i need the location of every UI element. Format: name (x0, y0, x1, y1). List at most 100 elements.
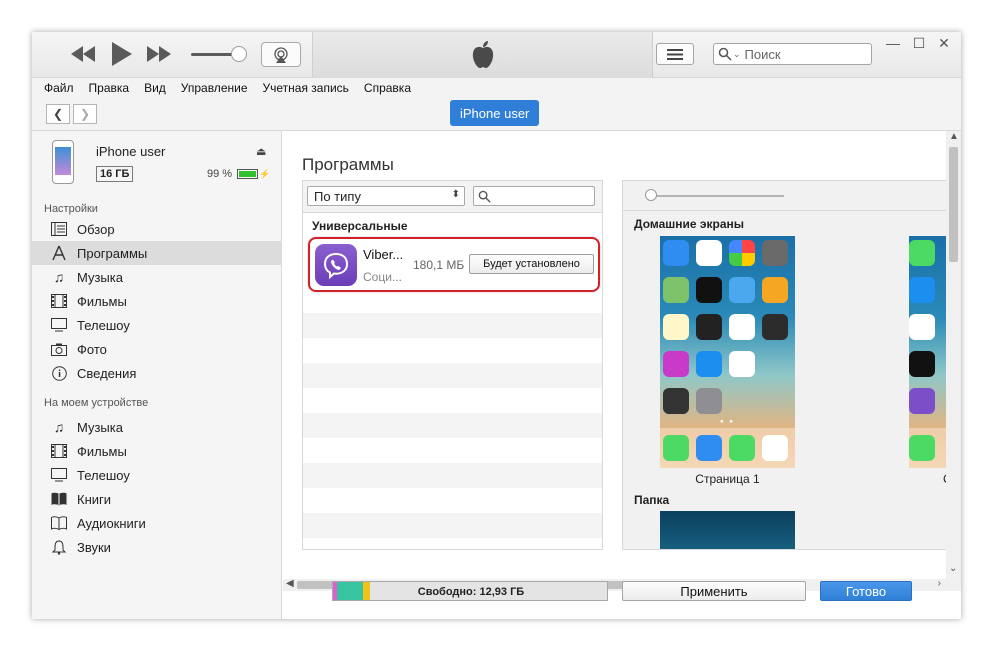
health-app-icon[interactable] (729, 351, 755, 377)
dock (660, 428, 795, 468)
app-store-app-icon[interactable] (696, 351, 722, 377)
scroll-up-icon[interactable]: ▲ (949, 131, 959, 142)
videos-app-icon[interactable] (762, 314, 788, 340)
zoom-slider-knob[interactable] (645, 189, 657, 201)
forward-button[interactable]: ❯ (73, 104, 97, 124)
sidebar-item-summary[interactable]: Обзор (32, 217, 282, 241)
sidebar-item-music[interactable]: ♫ Музыка (32, 265, 282, 289)
maximize-button[interactable]: ☐ (909, 35, 929, 52)
tv-icon (50, 317, 68, 333)
chevron-down-icon: ⌄ (733, 48, 741, 59)
menu-view[interactable]: Вид (144, 81, 166, 95)
wallet-app-icon[interactable] (663, 388, 689, 414)
film-icon (50, 293, 68, 309)
settings-app-icon[interactable] (696, 388, 722, 414)
phone-app-icon[interactable] (909, 435, 935, 461)
notes-app-icon[interactable] (663, 314, 689, 340)
sidebar-item-tvshows[interactable]: Телешоу (32, 313, 282, 337)
eject-icon[interactable]: ⏏ (256, 145, 266, 158)
sidebar-item-movies[interactable]: Фильмы (32, 289, 282, 313)
sidebar-item-device-tones[interactable]: Звуки (32, 535, 282, 559)
airplay-button[interactable] (261, 42, 301, 67)
home-screen-page-1[interactable]: ● ● (660, 236, 795, 468)
viber-icon (315, 244, 357, 286)
menu-file[interactable]: Файл (44, 81, 74, 95)
battery-icon (237, 169, 259, 179)
sidebar-item-info[interactable]: Сведения (32, 361, 282, 385)
messages-app-icon[interactable] (729, 435, 755, 461)
sidebar-item-apps[interactable]: Программы (32, 241, 282, 265)
navigation-row: ❮ ❯ iPhone user (32, 98, 961, 131)
reminders-app-icon[interactable] (729, 314, 755, 340)
sort-select[interactable]: По типу ⬍ (307, 186, 465, 206)
home-app-icon[interactable] (762, 277, 788, 303)
menu-help[interactable]: Справка (364, 81, 411, 95)
music-app-icon[interactable] (762, 435, 788, 461)
app-search-input[interactable] (473, 186, 595, 206)
minimize-button[interactable]: — (883, 35, 903, 51)
apply-button[interactable]: Применить (622, 581, 806, 601)
sidebar-item-label: Программы (77, 245, 148, 261)
volume-slider-knob[interactable] (231, 46, 247, 62)
sidebar-item-device-movies[interactable]: Фильмы (32, 439, 282, 463)
home-screens-head: Домашние экраны (634, 217, 745, 231)
mail-app-icon[interactable] (663, 240, 689, 266)
calendar-app-icon[interactable] (696, 240, 722, 266)
search-field[interactable]: ⌄ Поиск (713, 43, 872, 65)
chrome-app-icon[interactable] (909, 314, 935, 340)
weather-app-icon[interactable] (729, 277, 755, 303)
files-app-icon[interactable] (909, 277, 935, 303)
maps-app-icon[interactable] (663, 277, 689, 303)
watch-app-icon[interactable] (909, 351, 935, 377)
toolbar: ⌄ Поиск — ☐ ✕ (32, 32, 961, 78)
menu-edit[interactable]: Правка (89, 81, 130, 95)
sidebar-item-device-audiobooks[interactable]: Аудиокниги (32, 511, 282, 535)
play-button[interactable] (110, 41, 134, 67)
app-list-toolbar: По типу ⬍ (303, 181, 602, 213)
vertical-scrollbar[interactable]: ▲ ⌄ (946, 131, 961, 579)
fast-forward-button[interactable] (146, 43, 172, 65)
scroll-right-icon[interactable]: › (938, 578, 941, 589)
search-icon (478, 190, 491, 203)
itunes-store-app-icon[interactable] (663, 351, 689, 377)
device-button[interactable]: iPhone user (450, 100, 540, 126)
rewind-button[interactable] (70, 43, 96, 65)
sidebar: iPhone user ⏏ 16 ГБ 99 % ⚡ Настройки Обз… (32, 131, 282, 619)
stocks-app-icon[interactable] (696, 314, 722, 340)
rewind-icon (71, 46, 95, 62)
zoom-slider-track[interactable] (649, 195, 784, 197)
summary-icon (50, 221, 68, 237)
on-device-section-head: На моем устройстве (44, 397, 149, 409)
folder-thumbnail[interactable] (660, 511, 795, 549)
list-view-button[interactable] (656, 43, 694, 65)
page-dots: ● ● (720, 419, 735, 425)
back-button[interactable]: ❮ (46, 104, 70, 124)
facetime-app-icon[interactable] (909, 240, 935, 266)
menu-account[interactable]: Учетная запись (263, 81, 349, 95)
safari-app-icon[interactable] (696, 435, 722, 461)
vertical-scroll-thumb[interactable] (949, 147, 958, 262)
camera-app-icon[interactable] (762, 240, 788, 266)
sidebar-item-photos[interactable]: Фото (32, 337, 282, 361)
free-space-label: Свободно: 12,93 ГБ (417, 586, 525, 598)
app-row-viber[interactable]: Viber... Соци... 180,1 МБ Будет установл… (308, 237, 600, 292)
phone-app-icon[interactable] (663, 435, 689, 461)
folder-head: Папка (634, 493, 670, 507)
film-icon (50, 443, 68, 459)
scroll-down-icon[interactable]: ⌄ (949, 563, 957, 574)
close-button[interactable]: ✕ (934, 35, 954, 52)
viber-app-icon[interactable] (909, 388, 935, 414)
will-install-button[interactable]: Будет установлено (469, 254, 594, 274)
search-placeholder: Поиск (744, 46, 781, 62)
menu-controls[interactable]: Управление (181, 81, 248, 95)
clock-app-icon[interactable] (696, 277, 722, 303)
sidebar-item-device-tvshows[interactable]: Телешоу (32, 463, 282, 487)
sidebar-item-device-books[interactable]: Книги (32, 487, 282, 511)
sidebar-item-device-music[interactable]: ♫ Музыка (32, 415, 282, 439)
play-icon (112, 42, 132, 66)
scroll-left-icon[interactable]: ◀ (286, 578, 294, 589)
done-button[interactable]: Готово (820, 581, 912, 601)
photos-app-icon[interactable] (729, 240, 755, 266)
sidebar-item-label: Фильмы (77, 293, 127, 309)
app-group-head: Универсальные (312, 219, 408, 233)
